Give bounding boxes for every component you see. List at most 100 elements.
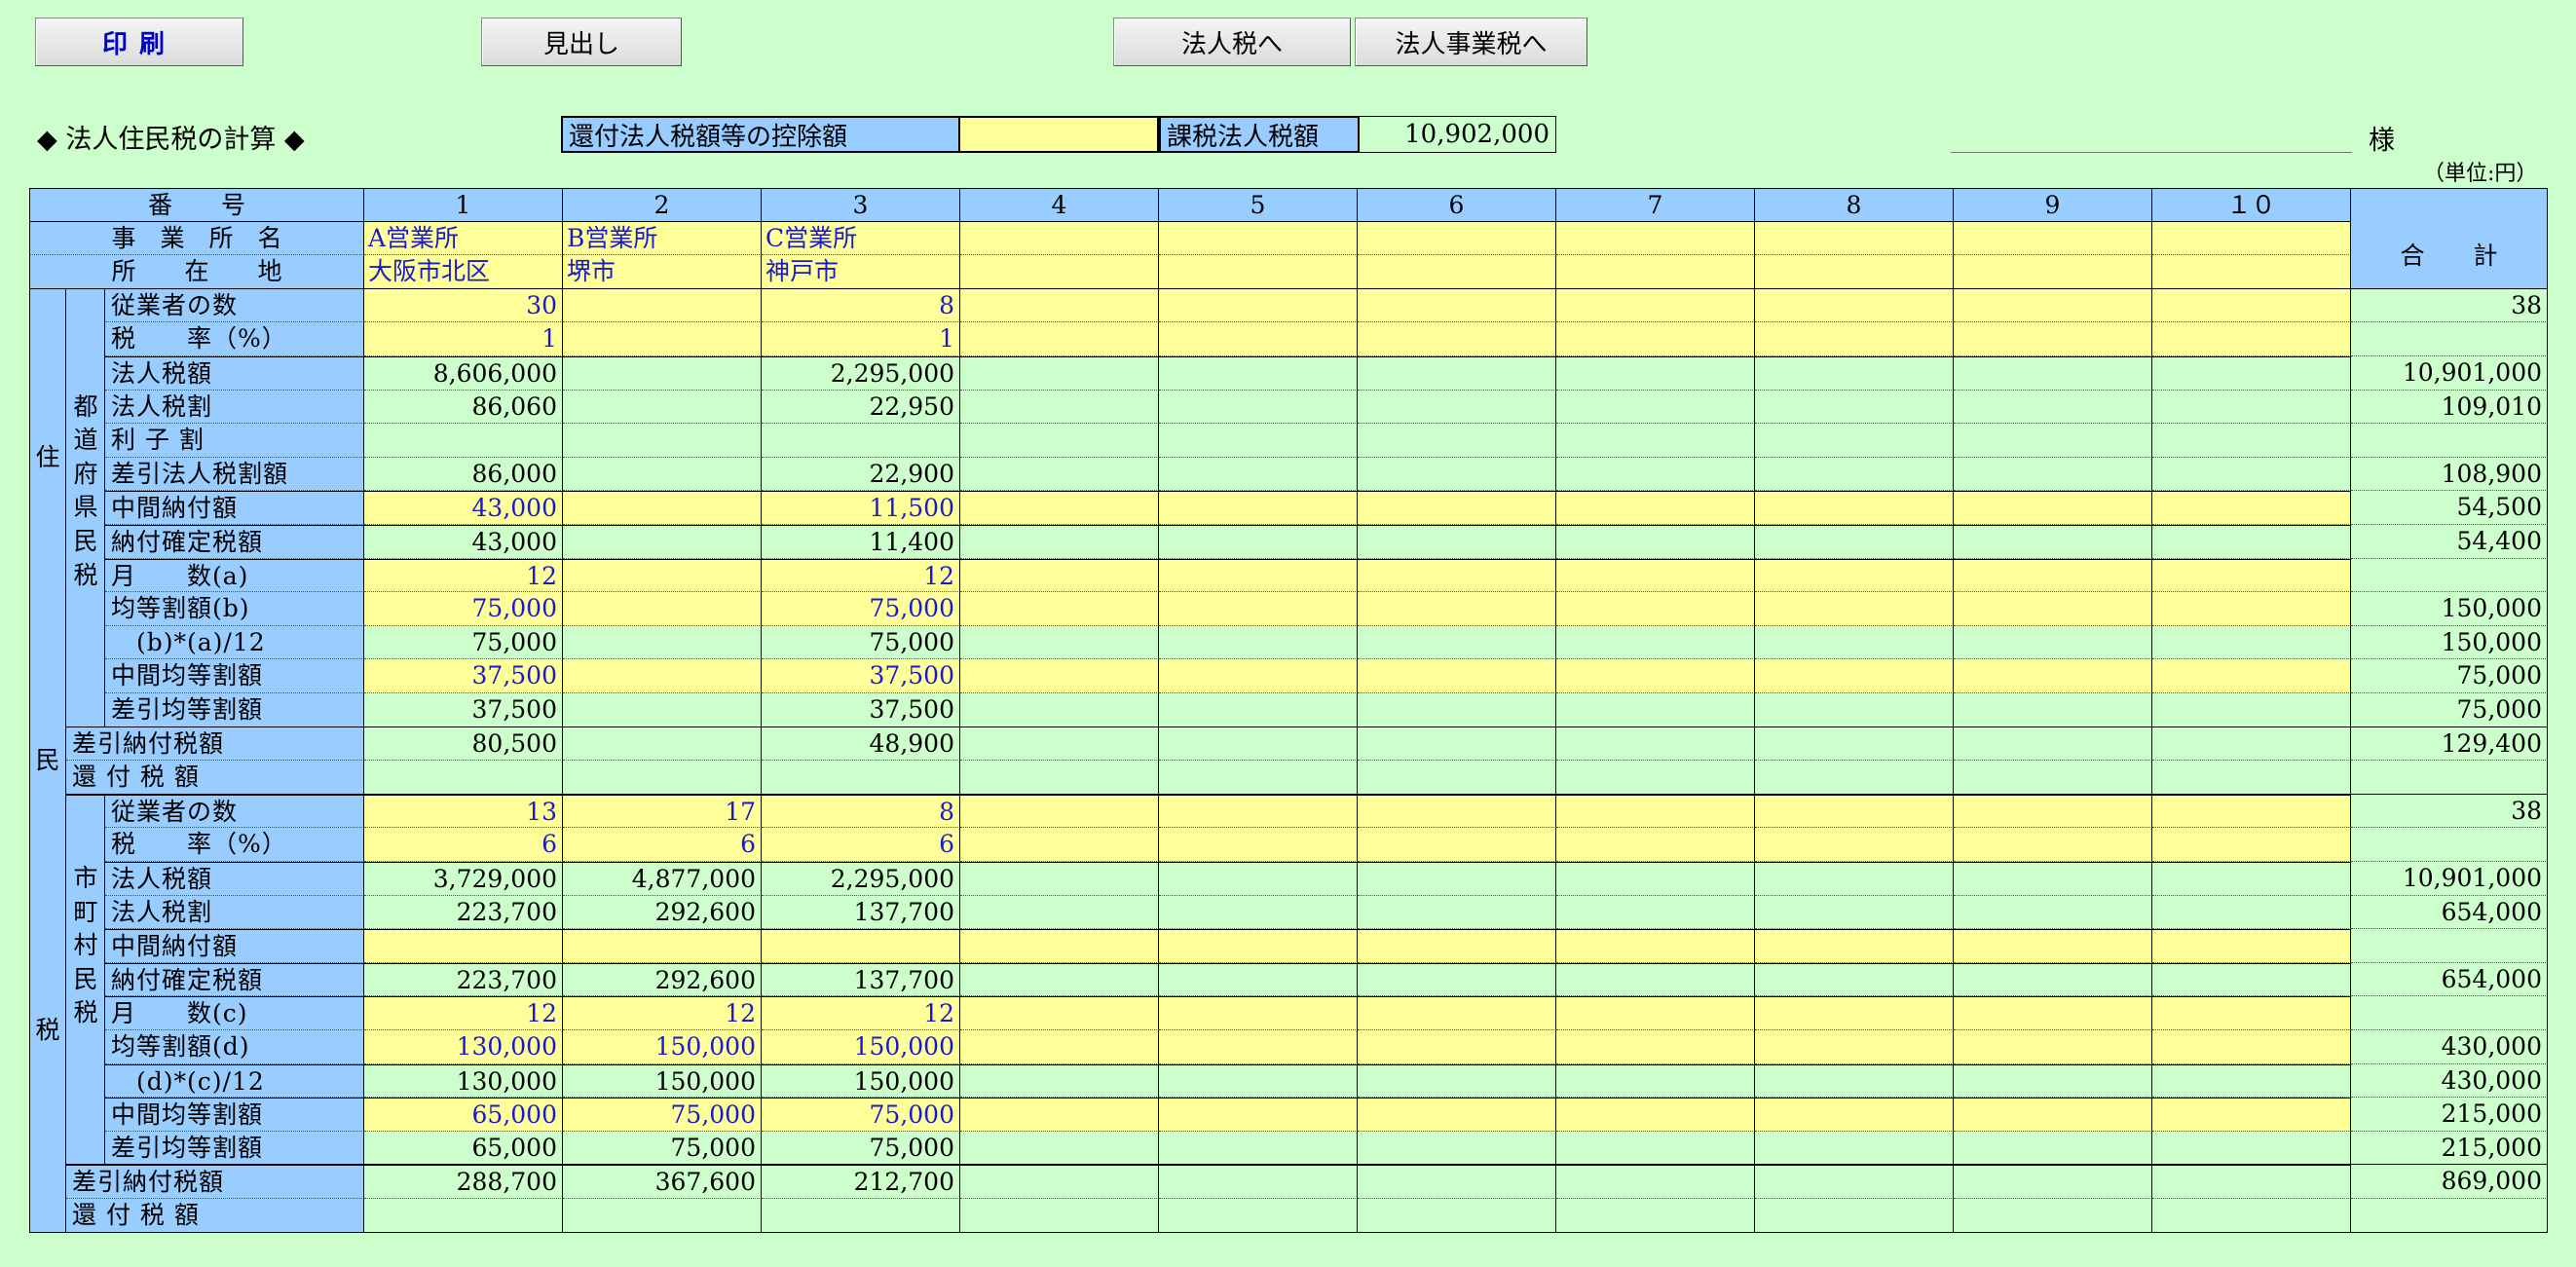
row-1-col-6[interactable] bbox=[1358, 288, 1556, 323]
row-2-col-4[interactable] bbox=[960, 322, 1159, 356]
office-name-10[interactable] bbox=[2152, 221, 2351, 256]
row-16-col-3[interactable]: 8 bbox=[762, 794, 960, 829]
row-17-col-4[interactable] bbox=[960, 828, 1159, 862]
row-22-col-8[interactable] bbox=[1755, 996, 1954, 1030]
row-20-col-6[interactable] bbox=[1358, 929, 1556, 963]
office-location-6[interactable] bbox=[1358, 255, 1556, 289]
row-25-col-8[interactable] bbox=[1755, 1098, 1954, 1132]
office-location-4[interactable] bbox=[960, 255, 1159, 289]
row-16-col-10[interactable] bbox=[2152, 794, 2351, 829]
row-25-col-6[interactable] bbox=[1358, 1098, 1556, 1132]
row-1-col-9[interactable] bbox=[1954, 288, 2152, 323]
office-name-1[interactable]: A営業所 bbox=[364, 221, 563, 256]
jigyouzei-button[interactable]: 法人事業税へ bbox=[1355, 18, 1587, 66]
row-17-col-7[interactable] bbox=[1556, 828, 1755, 862]
customer-name-line[interactable] bbox=[1951, 152, 2352, 153]
row-23-col-7[interactable] bbox=[1556, 1030, 1755, 1064]
row-10-col-1[interactable]: 75,000 bbox=[364, 592, 563, 626]
row-22-col-4[interactable] bbox=[960, 996, 1159, 1030]
row-9-col-8[interactable] bbox=[1755, 558, 1954, 593]
row-12-col-10[interactable] bbox=[2152, 659, 2351, 693]
row-7-col-8[interactable] bbox=[1755, 491, 1954, 525]
row-16-col-7[interactable] bbox=[1556, 794, 1755, 829]
row-10-col-7[interactable] bbox=[1556, 592, 1755, 626]
row-10-col-5[interactable] bbox=[1159, 592, 1358, 626]
row-7-col-1[interactable]: 43,000 bbox=[364, 491, 563, 525]
row-23-col-6[interactable] bbox=[1358, 1030, 1556, 1064]
row-23-col-4[interactable] bbox=[960, 1030, 1159, 1064]
row-12-col-6[interactable] bbox=[1358, 659, 1556, 693]
row-20-col-2[interactable] bbox=[563, 929, 762, 963]
row-12-col-7[interactable] bbox=[1556, 659, 1755, 693]
row-20-col-4[interactable] bbox=[960, 929, 1159, 963]
row-2-col-9[interactable] bbox=[1954, 322, 2152, 356]
row-20-col-3[interactable] bbox=[762, 929, 960, 963]
row-17-col-2[interactable]: 6 bbox=[563, 828, 762, 862]
row-22-col-5[interactable] bbox=[1159, 996, 1358, 1030]
row-7-col-10[interactable] bbox=[2152, 491, 2351, 525]
office-location-7[interactable] bbox=[1556, 255, 1755, 289]
row-25-col-10[interactable] bbox=[2152, 1098, 2351, 1132]
row-12-col-3[interactable]: 37,500 bbox=[762, 659, 960, 693]
office-location-10[interactable] bbox=[2152, 255, 2351, 289]
row-12-col-5[interactable] bbox=[1159, 659, 1358, 693]
office-name-2[interactable]: B営業所 bbox=[563, 221, 762, 256]
row-9-col-5[interactable] bbox=[1159, 558, 1358, 593]
row-10-col-10[interactable] bbox=[2152, 592, 2351, 626]
row-2-col-3[interactable]: 1 bbox=[762, 322, 960, 356]
row-12-col-9[interactable] bbox=[1954, 659, 2152, 693]
office-location-1[interactable]: 大阪市北区 bbox=[364, 255, 563, 289]
office-name-6[interactable] bbox=[1358, 221, 1556, 256]
office-location-3[interactable]: 神戸市 bbox=[762, 255, 960, 289]
row-2-col-2[interactable] bbox=[563, 322, 762, 356]
row-20-col-1[interactable] bbox=[364, 929, 563, 963]
row-20-col-9[interactable] bbox=[1954, 929, 2152, 963]
row-17-col-5[interactable] bbox=[1159, 828, 1358, 862]
row-9-col-4[interactable] bbox=[960, 558, 1159, 593]
row-1-col-7[interactable] bbox=[1556, 288, 1755, 323]
row-12-col-1[interactable]: 37,500 bbox=[364, 659, 563, 693]
row-9-col-2[interactable] bbox=[563, 558, 762, 593]
row-7-col-3[interactable]: 11,500 bbox=[762, 491, 960, 525]
row-2-col-7[interactable] bbox=[1556, 322, 1755, 356]
row-7-col-2[interactable] bbox=[563, 491, 762, 525]
row-1-col-8[interactable] bbox=[1755, 288, 1954, 323]
row-2-col-10[interactable] bbox=[2152, 322, 2351, 356]
row-20-col-10[interactable] bbox=[2152, 929, 2351, 963]
row-10-col-8[interactable] bbox=[1755, 592, 1954, 626]
row-23-col-8[interactable] bbox=[1755, 1030, 1954, 1064]
row-25-col-1[interactable]: 65,000 bbox=[364, 1098, 563, 1132]
row-22-col-2[interactable]: 12 bbox=[563, 996, 762, 1030]
row-2-col-5[interactable] bbox=[1159, 322, 1358, 356]
row-20-col-7[interactable] bbox=[1556, 929, 1755, 963]
office-name-3[interactable]: C営業所 bbox=[762, 221, 960, 256]
row-23-col-5[interactable] bbox=[1159, 1030, 1358, 1064]
row-25-col-7[interactable] bbox=[1556, 1098, 1755, 1132]
row-10-col-3[interactable]: 75,000 bbox=[762, 592, 960, 626]
row-25-col-4[interactable] bbox=[960, 1098, 1159, 1132]
row-20-col-8[interactable] bbox=[1755, 929, 1954, 963]
row-1-col-2[interactable] bbox=[563, 288, 762, 323]
row-17-col-10[interactable] bbox=[2152, 828, 2351, 862]
row-12-col-8[interactable] bbox=[1755, 659, 1954, 693]
midashi-button[interactable]: 見出し bbox=[481, 18, 682, 66]
row-22-col-6[interactable] bbox=[1358, 996, 1556, 1030]
row-7-col-4[interactable] bbox=[960, 491, 1159, 525]
row-20-col-5[interactable] bbox=[1159, 929, 1358, 963]
row-2-col-8[interactable] bbox=[1755, 322, 1954, 356]
row-23-col-1[interactable]: 130,000 bbox=[364, 1030, 563, 1064]
print-button[interactable]: 印刷 bbox=[35, 18, 243, 66]
office-location-2[interactable]: 堺市 bbox=[563, 255, 762, 289]
row-1-col-1[interactable]: 30 bbox=[364, 288, 563, 323]
row-9-col-1[interactable]: 12 bbox=[364, 558, 563, 593]
row-16-col-9[interactable] bbox=[1954, 794, 2152, 829]
row-22-col-7[interactable] bbox=[1556, 996, 1755, 1030]
row-1-col-5[interactable] bbox=[1159, 288, 1358, 323]
office-location-8[interactable] bbox=[1755, 255, 1954, 289]
office-name-5[interactable] bbox=[1159, 221, 1358, 256]
row-16-col-5[interactable] bbox=[1159, 794, 1358, 829]
row-9-col-3[interactable]: 12 bbox=[762, 558, 960, 593]
office-location-9[interactable] bbox=[1954, 255, 2152, 289]
office-name-4[interactable] bbox=[960, 221, 1159, 256]
row-1-col-3[interactable]: 8 bbox=[762, 288, 960, 323]
